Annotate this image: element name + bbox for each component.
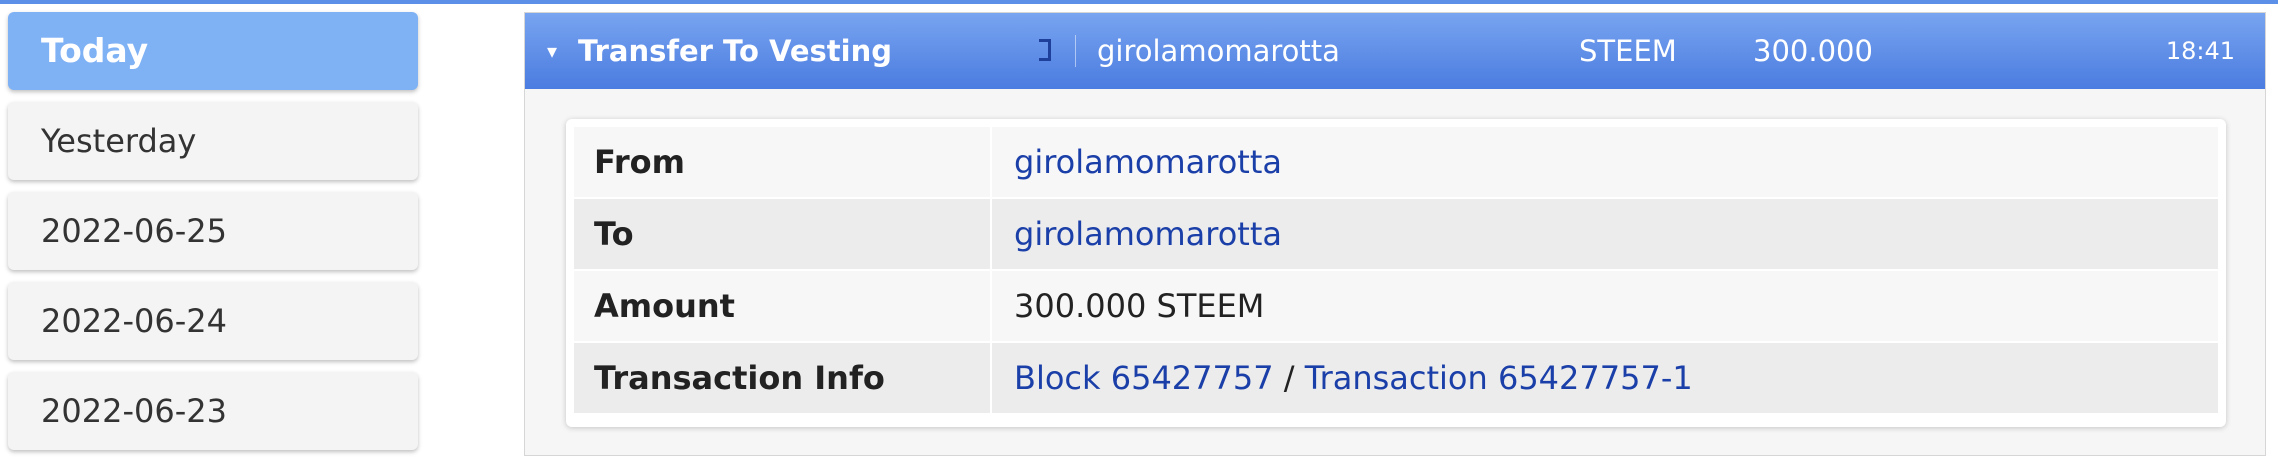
- date-item-2022-06-25[interactable]: 2022-06-25: [8, 192, 418, 270]
- transaction-separator: /: [1273, 359, 1305, 397]
- transaction-info-label: Transaction Info: [574, 343, 990, 413]
- date-item-today[interactable]: Today: [8, 12, 418, 90]
- to-account-link[interactable]: girolamomarotta: [1014, 215, 1282, 253]
- date-item-yesterday[interactable]: Yesterday: [8, 102, 418, 180]
- operation-title: Transfer To Vesting: [578, 34, 893, 68]
- transaction-info-cell: Block 65427757 / Transaction 65427757-1: [990, 343, 2218, 413]
- operation-asset: STEEM: [1579, 34, 1677, 68]
- date-item-2022-06-24[interactable]: 2022-06-24: [8, 282, 418, 360]
- external-link-icon[interactable]: [1039, 39, 1051, 61]
- date-item-2022-06-23[interactable]: 2022-06-23: [8, 372, 418, 450]
- from-label: From: [574, 127, 990, 197]
- caret-down-icon[interactable]: ▾: [547, 13, 557, 89]
- transaction-link[interactable]: Transaction 65427757-1: [1305, 359, 1693, 397]
- operation-time: 18:41: [2165, 37, 2235, 65]
- amount-value: 300.000 STEEM: [990, 271, 2218, 341]
- to-label: To: [574, 199, 990, 269]
- amount-label: Amount: [574, 271, 990, 341]
- date-sidebar: Today Yesterday 2022-06-25 2022-06-24 20…: [8, 12, 418, 462]
- detail-row-to: To girolamomarotta: [574, 199, 2218, 269]
- operation-details-table: From girolamomarotta To girolamomarotta …: [566, 119, 2226, 427]
- block-link[interactable]: Block 65427757: [1014, 359, 1274, 397]
- detail-row-amount: Amount 300.000 STEEM: [574, 271, 2218, 341]
- from-account-link[interactable]: girolamomarotta: [1014, 143, 1282, 181]
- operation-amount: 300.000: [1753, 34, 1873, 68]
- operation-account[interactable]: girolamomarotta: [1097, 13, 1340, 89]
- top-border: [0, 0, 2278, 4]
- detail-row-transaction-info: Transaction Info Block 65427757 / Transa…: [574, 343, 2218, 413]
- operation-header[interactable]: ▾ Transfer To Vesting girolamomarotta ST…: [525, 13, 2265, 89]
- operation-panel: ▾ Transfer To Vesting girolamomarotta ST…: [524, 12, 2266, 456]
- detail-row-from: From girolamomarotta: [574, 127, 2218, 197]
- from-value-cell: girolamomarotta: [990, 127, 2218, 197]
- header-divider: [1075, 35, 1076, 67]
- to-value-cell: girolamomarotta: [990, 199, 2218, 269]
